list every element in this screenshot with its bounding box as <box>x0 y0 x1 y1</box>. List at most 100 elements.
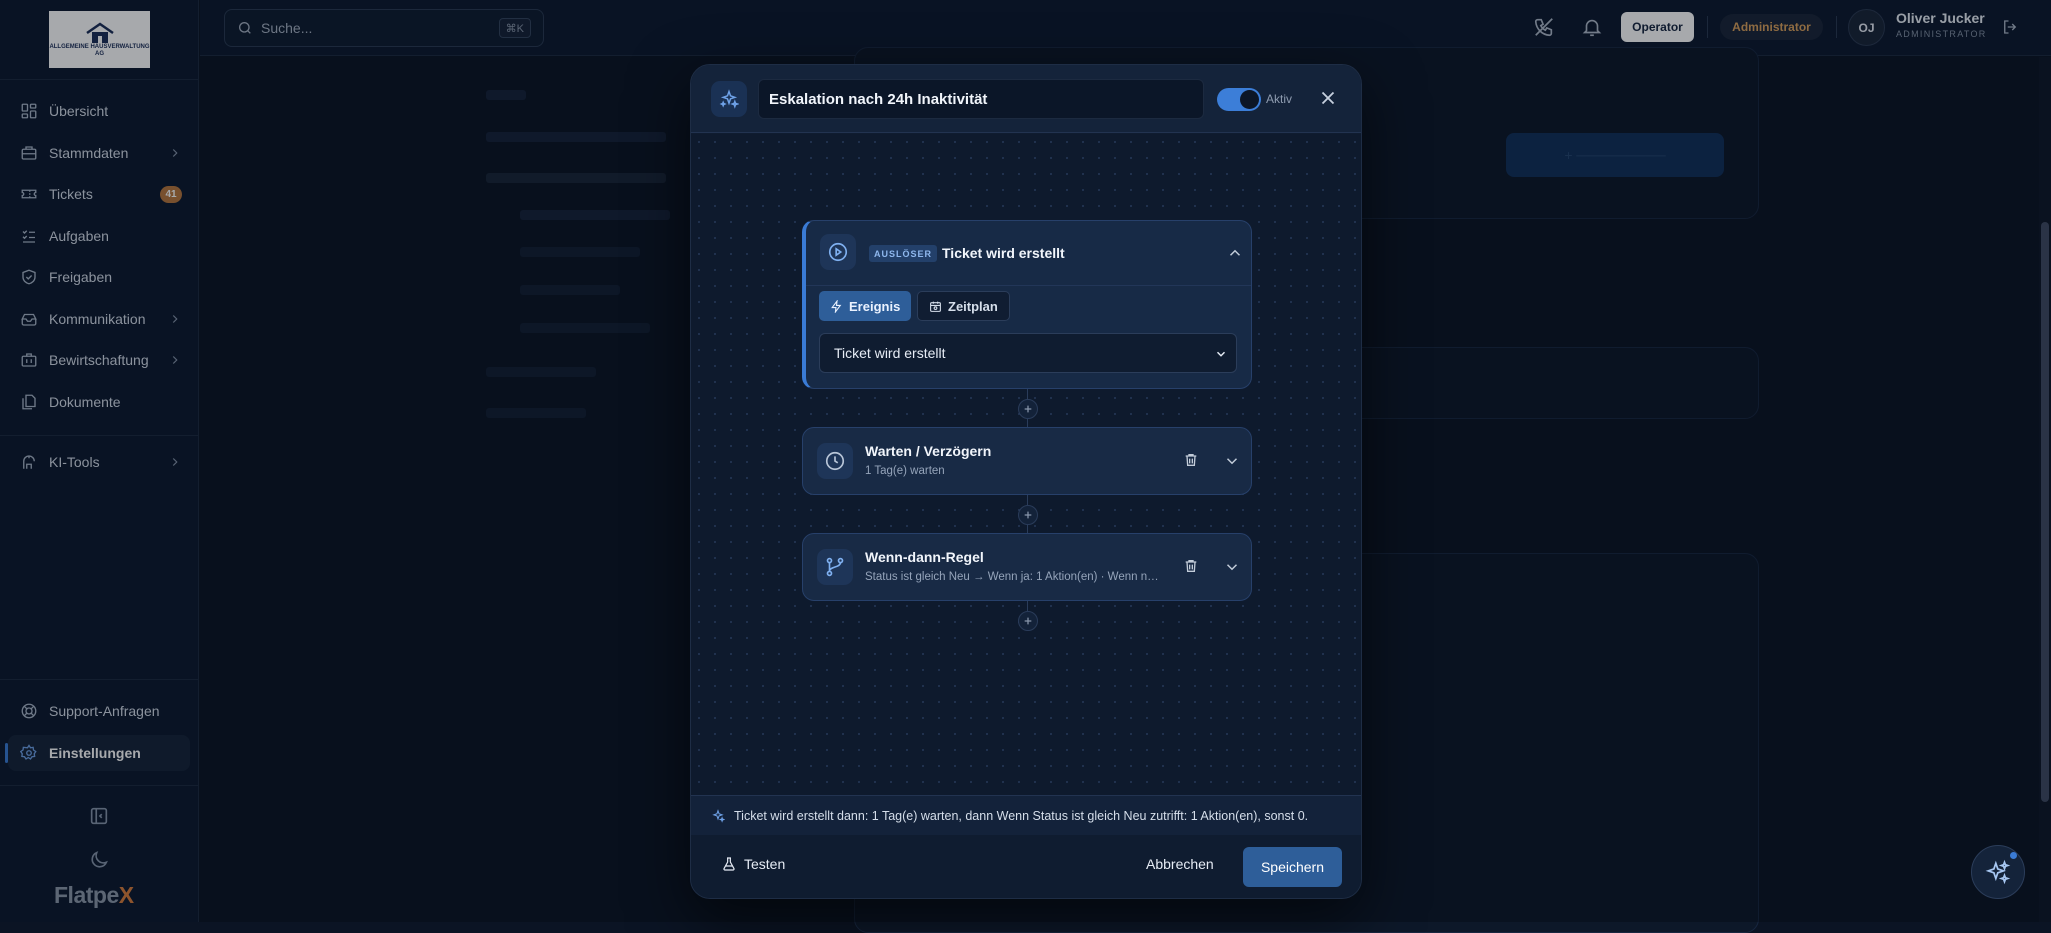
ai-tools-icon <box>23 455 35 469</box>
dialog-header: Eskalation nach 24h Inaktivität Aktiv <box>691 65 1361 133</box>
chevron-up-icon[interactable] <box>1226 244 1244 262</box>
mail-icon <box>21 313 37 326</box>
sidebar-item-bewirtschaftung[interactable]: Bewirtschaftung <box>8 342 190 378</box>
play-circle-icon <box>820 234 856 270</box>
house-logo-icon <box>85 21 114 43</box>
building-icon <box>21 146 37 160</box>
sidebar-item-ki-tools[interactable]: KI-Tools <box>8 444 190 480</box>
sidebar-item-aufgaben[interactable]: Aufgaben <box>8 218 190 254</box>
trigger-node[interactable]: AUSLÖSER Ticket wird erstellt Ereignis Z… <box>802 220 1252 389</box>
avatar[interactable]: OJ <box>1848 9 1885 46</box>
sidebar-item-uebersicht[interactable]: Übersicht <box>8 93 190 129</box>
company-logo[interactable]: ALLGEMEINE HAUSVERWALTUNG AG <box>49 11 150 68</box>
automation-editor-dialog: Eskalation nach 24h Inaktivität Aktiv AU… <box>690 64 1362 899</box>
sidebar: ALLGEMEINE HAUSVERWALTUNG AG Übersicht S… <box>0 0 199 922</box>
user-role: ADMINISTRATOR <box>1896 29 1987 39</box>
add-step-button[interactable] <box>1018 399 1038 419</box>
sidebar-item-label: Übersicht <box>49 103 109 119</box>
documents-icon <box>22 394 36 410</box>
add-step-button[interactable] <box>1018 611 1038 631</box>
user-name: Oliver Jucker <box>1896 10 1985 26</box>
logo-text: ALLGEMEINE HAUSVERWALTUNG AG <box>49 43 150 57</box>
gear-icon <box>20 744 37 760</box>
sidebar-item-label: Support-Anfragen <box>49 703 160 719</box>
ai-assistant-button[interactable] <box>1971 845 2025 899</box>
background-new-automation-button: + ───────── <box>1506 133 1724 177</box>
search-placeholder: Suche... <box>261 20 313 36</box>
condition-step-subtitle: Status ist gleich Neu → Wenn ja: 1 Aktio… <box>865 571 1163 583</box>
sidebar-item-stammdaten[interactable]: Stammdaten <box>8 135 190 171</box>
trigger-mode-event-button[interactable]: Ereignis <box>819 291 912 321</box>
sidebar-item-label: Dokumente <box>49 394 121 410</box>
sparkles-icon <box>1985 859 2011 885</box>
trigger-mode-schedule-button[interactable]: Zeitplan <box>917 291 1010 321</box>
close-icon[interactable] <box>1317 87 1339 109</box>
sidebar-item-kommunikation[interactable]: Kommunikation <box>8 301 190 337</box>
trash-icon[interactable] <box>1183 452 1199 468</box>
brand-logo: FlatpeX <box>54 882 134 908</box>
moon-icon[interactable] <box>88 849 110 871</box>
dashboard-icon <box>21 103 37 119</box>
flask-icon <box>723 857 735 871</box>
wait-step-node[interactable]: Warten / Verzögern 1 Tag(e) warten <box>802 427 1252 495</box>
operator-button[interactable]: Operator <box>1621 12 1694 42</box>
search-input[interactable]: Suche... ⌘K <box>224 9 544 47</box>
chevron-right-icon <box>172 458 178 466</box>
chevron-right-icon <box>172 149 178 157</box>
save-button[interactable]: Speichern <box>1243 847 1342 887</box>
sparkles-icon <box>712 808 725 823</box>
phone-off-icon[interactable] <box>1533 16 1555 38</box>
git-branch-icon <box>817 549 853 585</box>
briefcase-icon <box>21 353 37 367</box>
wait-step-title: Warten / Verzögern <box>865 443 992 459</box>
chevron-down-icon[interactable] <box>1223 452 1241 470</box>
sidebar-item-label: Bewirtschaftung <box>49 352 149 368</box>
dialog-footer: Testen Abbrechen Speichern <box>691 835 1361 898</box>
sidebar-item-tickets[interactable]: Tickets 41 <box>8 176 190 212</box>
cancel-button[interactable]: Abbrechen <box>1146 856 1214 872</box>
clock-icon <box>817 443 853 479</box>
chevron-down-icon[interactable] <box>1223 558 1241 576</box>
active-toggle-label: Aktiv <box>1266 92 1293 106</box>
calendar-clock-icon <box>930 301 941 312</box>
condition-step-node[interactable]: Wenn-dann-Regel Status ist gleich Neu → … <box>802 533 1252 601</box>
test-button[interactable]: Testen <box>721 856 785 872</box>
add-step-button[interactable] <box>1018 505 1038 525</box>
bell-icon[interactable] <box>1581 16 1603 38</box>
plus-icon <box>1024 617 1032 625</box>
sidebar-item-einstellungen[interactable]: Einstellungen <box>5 735 190 771</box>
search-shortcut: ⌘K <box>498 18 531 38</box>
flow-canvas[interactable]: AUSLÖSER Ticket wird erstellt Ereignis Z… <box>691 134 1361 795</box>
lightning-icon <box>831 299 842 313</box>
plus-icon <box>1024 405 1032 413</box>
shield-check-icon <box>22 269 36 285</box>
sidebar-item-label: KI-Tools <box>49 454 100 470</box>
sparkles-icon <box>711 81 747 117</box>
summary-text: Ticket wird erstellt dann: 1 Tag(e) wart… <box>734 808 1309 823</box>
sidebar-item-label: Stammdaten <box>49 145 129 161</box>
ticket-icon <box>21 189 37 199</box>
sidebar-item-freigaben[interactable]: Freigaben <box>8 259 190 295</box>
search-icon <box>239 22 251 34</box>
sidebar-item-label: Kommunikation <box>49 311 146 327</box>
page-scrollbar[interactable] <box>2039 57 2051 922</box>
trash-icon[interactable] <box>1183 558 1199 574</box>
plus-icon <box>1024 511 1032 519</box>
sidebar-item-support-anfragen[interactable]: Support-Anfragen <box>8 693 190 729</box>
role-badge[interactable]: Administrator <box>1720 14 1823 40</box>
ticket-count-badge: 41 <box>160 186 182 203</box>
logout-icon[interactable] <box>2001 18 2019 36</box>
trigger-event-select[interactable]: Ticket wird erstellt <box>819 333 1237 373</box>
automation-title-input[interactable]: Eskalation nach 24h Inaktivität <box>758 79 1204 119</box>
sidebar-item-label: Einstellungen <box>49 745 141 761</box>
chevron-right-icon <box>172 356 178 364</box>
collapse-sidebar-icon[interactable] <box>88 805 110 827</box>
condition-step-title: Wenn-dann-Regel <box>865 549 984 565</box>
sidebar-item-dokumente[interactable]: Dokumente <box>8 384 190 420</box>
sidebar-item-label: Freigaben <box>49 269 113 285</box>
task-list-icon <box>22 230 35 243</box>
wait-step-subtitle: 1 Tag(e) warten <box>865 465 945 477</box>
sidebar-item-label: Aufgaben <box>49 228 109 244</box>
active-toggle[interactable] <box>1217 88 1261 111</box>
chevron-right-icon <box>172 315 178 323</box>
